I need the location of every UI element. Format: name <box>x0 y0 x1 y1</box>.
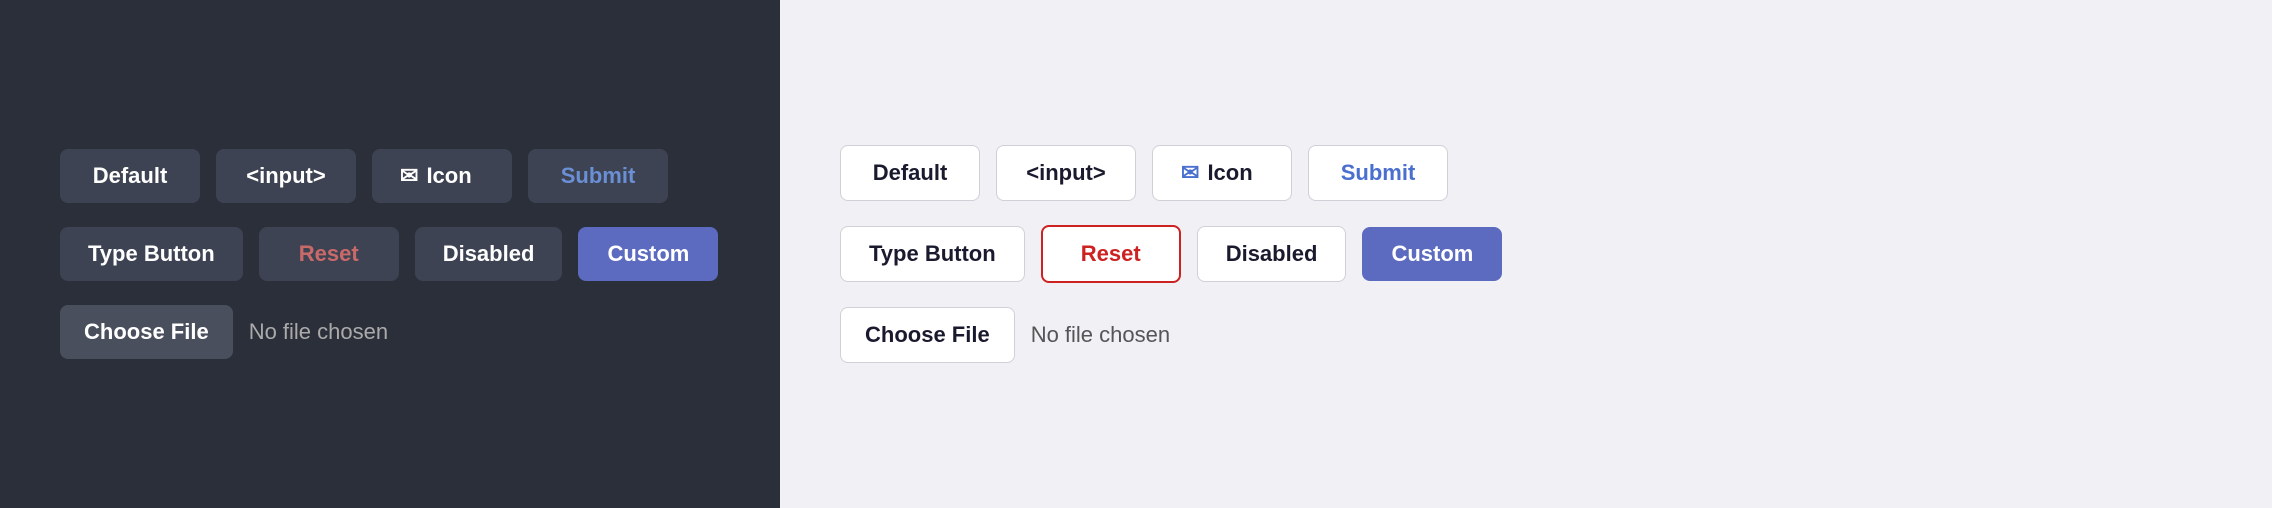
dark-row-3: Choose File No file chosen <box>60 305 720 359</box>
light-icon-button-label: Icon <box>1207 160 1252 186</box>
dark-row-1: Default <input> ✉ Icon Submit <box>60 149 720 203</box>
dark-reset-button[interactable]: Reset <box>259 227 399 281</box>
light-custom-button[interactable]: Custom <box>1362 227 1502 281</box>
dark-input-button[interactable]: <input> <box>216 149 356 203</box>
light-mail-icon: ✉ <box>1181 160 1199 186</box>
icon-button-label: Icon <box>426 163 471 189</box>
light-row-1: Default <input> ✉ Icon Submit <box>840 145 2212 201</box>
mail-icon: ✉ <box>400 163 418 189</box>
dark-panel: Default <input> ✉ Icon Submit Type Butto… <box>0 0 780 508</box>
light-disabled-button[interactable]: Disabled <box>1197 226 1347 282</box>
light-default-button[interactable]: Default <box>840 145 980 201</box>
dark-choose-file-button[interactable]: Choose File <box>60 305 233 359</box>
dark-row-2: Type Button Reset Disabled Custom <box>60 227 720 281</box>
light-input-button[interactable]: <input> <box>996 145 1136 201</box>
dark-disabled-button[interactable]: Disabled <box>415 227 563 281</box>
light-row-2: Type Button Reset Disabled Custom <box>840 225 2212 283</box>
light-submit-button[interactable]: Submit <box>1308 145 1448 201</box>
light-panel: Default <input> ✉ Icon Submit Type Butto… <box>780 0 2272 508</box>
light-reset-button[interactable]: Reset <box>1041 225 1181 283</box>
dark-icon-button[interactable]: ✉ Icon <box>372 149 512 203</box>
dark-submit-button[interactable]: Submit <box>528 149 668 203</box>
dark-no-file-label: No file chosen <box>249 319 388 345</box>
light-typebutton-button[interactable]: Type Button <box>840 226 1025 282</box>
dark-typebutton-button[interactable]: Type Button <box>60 227 243 281</box>
light-row-3: Choose File No file chosen <box>840 307 2212 363</box>
dark-default-button[interactable]: Default <box>60 149 200 203</box>
light-no-file-label: No file chosen <box>1031 322 1170 348</box>
light-icon-button[interactable]: ✉ Icon <box>1152 145 1292 201</box>
dark-custom-button[interactable]: Custom <box>578 227 718 281</box>
light-choose-file-button[interactable]: Choose File <box>840 307 1015 363</box>
